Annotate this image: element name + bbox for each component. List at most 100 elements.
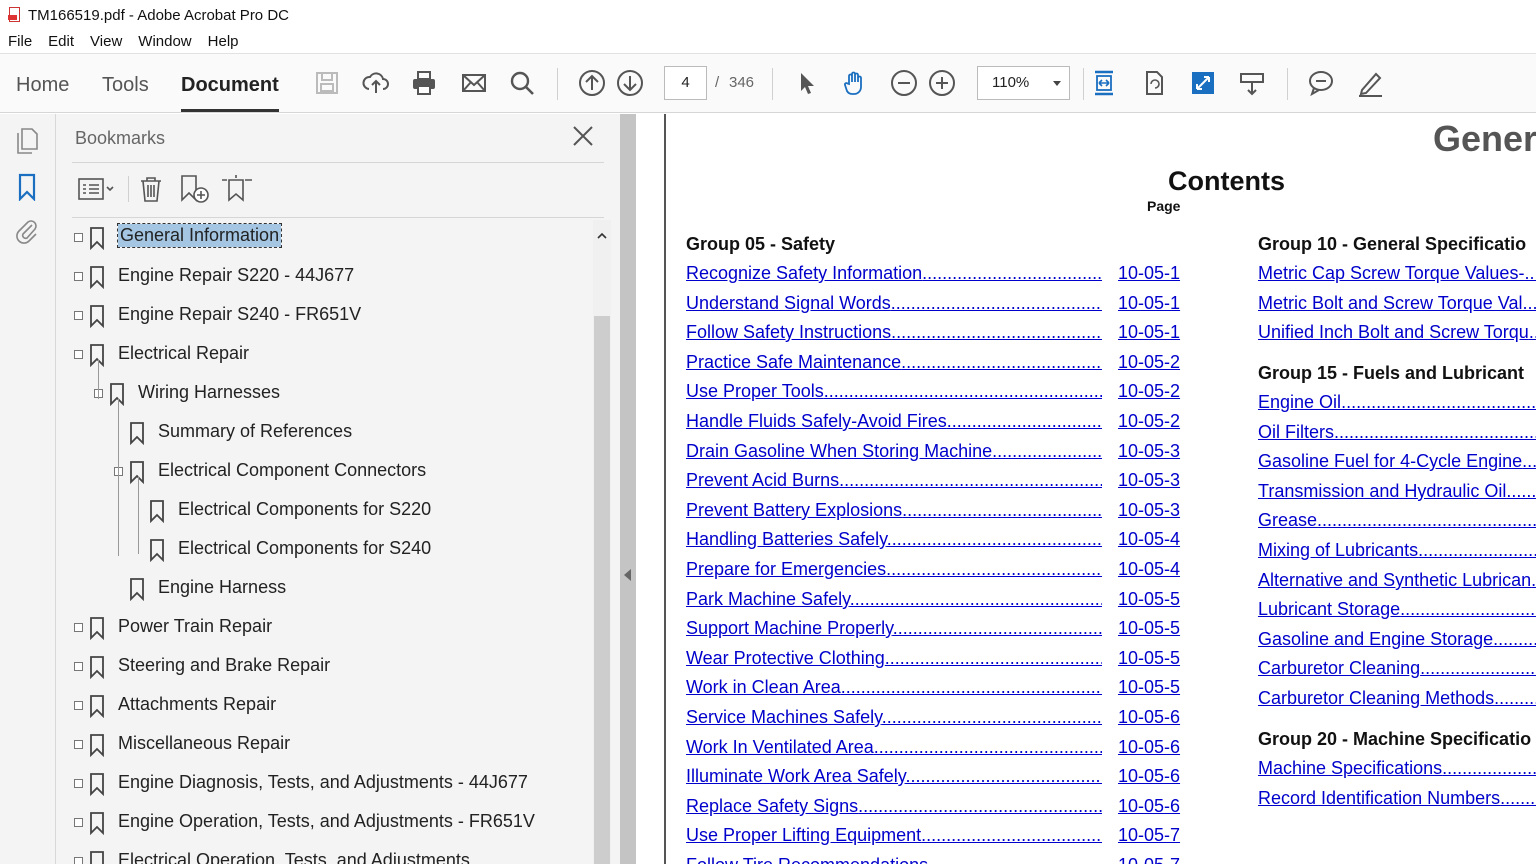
zoom-out-icon[interactable] bbox=[889, 68, 919, 98]
scroll-up-icon[interactable] bbox=[597, 228, 607, 239]
bookmark-item[interactable]: Engine Harness bbox=[56, 571, 594, 607]
tab-document[interactable]: Document bbox=[181, 74, 279, 112]
cloud-upload-icon[interactable] bbox=[361, 68, 391, 98]
expand-collapse-icon[interactable] bbox=[74, 350, 83, 359]
toc-entry-link[interactable]: Recognize Safety Information............… bbox=[686, 263, 1102, 284]
expand-collapse-icon[interactable] bbox=[74, 701, 83, 710]
menu-edit[interactable]: Edit bbox=[40, 33, 82, 50]
bookmark-item[interactable]: Power Train Repair bbox=[56, 610, 594, 646]
fit-width-scroll-icon[interactable] bbox=[1089, 68, 1119, 98]
toc-entry-link[interactable]: Metric Cap Screw Torque Values-.........… bbox=[1258, 263, 1536, 284]
toc-entry-link[interactable]: Carburetor Cleaning.....................… bbox=[1258, 658, 1536, 679]
toc-entry-page[interactable]: 10-05-7 bbox=[1118, 825, 1180, 846]
toc-entry-page[interactable]: 10-05-5 bbox=[1118, 648, 1180, 669]
scrollbar-thumb[interactable] bbox=[594, 316, 610, 864]
zoom-select[interactable]: 110% bbox=[977, 66, 1070, 100]
bookmarks-scrollbar[interactable] bbox=[593, 220, 611, 864]
email-icon[interactable] bbox=[459, 68, 489, 98]
toc-entry-link[interactable]: Transmission and Hydraulic Oil..........… bbox=[1258, 481, 1536, 502]
hand-tool-icon[interactable] bbox=[840, 68, 870, 98]
toc-entry-link[interactable]: Lubricant Storage.......................… bbox=[1258, 599, 1536, 620]
panel-splitter[interactable] bbox=[620, 114, 636, 864]
toc-entry-page[interactable]: 10-05-3 bbox=[1118, 500, 1180, 521]
toc-entry-page[interactable]: 10-05-2 bbox=[1118, 352, 1180, 373]
toc-entry-page[interactable]: 10-05-3 bbox=[1118, 470, 1180, 491]
expand-collapse-icon[interactable] bbox=[74, 623, 83, 632]
bookmark-item[interactable]: Engine Diagnosis, Tests, and Adjustments… bbox=[56, 766, 594, 802]
toc-entry-page[interactable]: 10-05-3 bbox=[1118, 441, 1180, 462]
bookmark-item[interactable]: Summary of References bbox=[56, 415, 594, 451]
bookmark-from-structure-icon[interactable] bbox=[220, 172, 254, 206]
print-icon[interactable] bbox=[409, 68, 439, 98]
rotate-view-icon[interactable] bbox=[1139, 68, 1169, 98]
toc-entry-link[interactable]: Record Identification Numbers...........… bbox=[1258, 788, 1536, 809]
expand-collapse-icon[interactable] bbox=[74, 662, 83, 671]
toc-entry-page[interactable]: 10-05-6 bbox=[1118, 707, 1180, 728]
menu-file[interactable]: File bbox=[0, 33, 40, 50]
expand-collapse-icon[interactable] bbox=[74, 857, 83, 864]
page-number-input[interactable]: 4 bbox=[664, 66, 707, 100]
toc-entry-link[interactable]: Engine Oil..............................… bbox=[1258, 392, 1536, 413]
toc-entry-link[interactable]: Wear Protective Clothing................… bbox=[686, 648, 1102, 669]
toc-entry-link[interactable]: Machine Specifications..................… bbox=[1258, 758, 1536, 779]
toc-entry-link[interactable]: Work In Ventilated Area.................… bbox=[686, 737, 1102, 758]
toc-entry-link[interactable]: Use Proper Tools........................… bbox=[686, 381, 1102, 402]
expand-collapse-icon[interactable] bbox=[74, 233, 83, 242]
toc-entry-page[interactable]: 10-05-6 bbox=[1118, 796, 1180, 817]
document-view[interactable]: Gener Contents Page Group 05 - Safety Re… bbox=[636, 114, 1536, 864]
delete-bookmark-icon[interactable] bbox=[138, 172, 164, 206]
toc-entry-link[interactable]: Gasoline Fuel for 4-Cycle Engine........… bbox=[1258, 451, 1536, 472]
toc-entry-link[interactable]: Prepare for Emergencies.................… bbox=[686, 559, 1102, 580]
toc-entry-link[interactable]: Grease..................................… bbox=[1258, 510, 1536, 531]
bookmark-item[interactable]: Electrical Component Connectors bbox=[56, 454, 594, 490]
toc-entry-page[interactable]: 10-05-2 bbox=[1118, 411, 1180, 432]
toc-entry-link[interactable]: Handling Batteries Safely...............… bbox=[686, 529, 1102, 550]
menu-help[interactable]: Help bbox=[200, 33, 247, 50]
zoom-in-icon[interactable] bbox=[927, 68, 957, 98]
bookmark-item[interactable]: Engine Repair S240 - FR651V bbox=[56, 298, 594, 334]
bookmark-item[interactable]: Miscellaneous Repair bbox=[56, 727, 594, 763]
next-page-icon[interactable] bbox=[615, 68, 645, 98]
toc-entry-page[interactable]: 10-05-1 bbox=[1118, 263, 1180, 284]
toc-entry-link[interactable]: Gasoline and Engine Storage.............… bbox=[1258, 629, 1536, 650]
bookmark-item[interactable]: General Information bbox=[56, 220, 594, 256]
toc-entry-page[interactable]: 10-05-4 bbox=[1118, 559, 1180, 580]
toc-entry-link[interactable]: Metric Bolt and Screw Torque Val........… bbox=[1258, 293, 1536, 314]
toc-entry-link[interactable]: Follow Safety Instructions..............… bbox=[686, 322, 1102, 343]
toc-entry-link[interactable]: Handle Fluids Safely-Avoid Fires........… bbox=[686, 411, 1102, 432]
bookmark-item[interactable]: Electrical Components for S220 bbox=[56, 493, 594, 529]
toc-entry-link[interactable]: Follow Tire Recommendations.............… bbox=[686, 855, 1102, 864]
new-bookmark-icon[interactable] bbox=[179, 172, 211, 206]
toc-entry-page[interactable]: 10-05-7 bbox=[1118, 855, 1180, 864]
close-icon[interactable] bbox=[571, 124, 595, 148]
bookmark-item[interactable]: Electrical Operation, Tests, and Adjustm… bbox=[56, 844, 594, 864]
toc-entry-page[interactable]: 10-05-2 bbox=[1118, 381, 1180, 402]
toc-entry-link[interactable]: Park Machine Safely.....................… bbox=[686, 589, 1102, 610]
expand-collapse-icon[interactable] bbox=[74, 818, 83, 827]
toc-entry-link[interactable]: Alternative and Synthetic Lubrican......… bbox=[1258, 570, 1536, 591]
bookmark-item[interactable]: Steering and Brake Repair bbox=[56, 649, 594, 685]
search-icon[interactable] bbox=[507, 68, 537, 98]
menu-view[interactable]: View bbox=[82, 33, 130, 50]
toc-entry-page[interactable]: 10-05-5 bbox=[1118, 677, 1180, 698]
collapse-panel-icon[interactable] bbox=[624, 569, 631, 581]
bookmark-item[interactable]: Electrical Components for S240 bbox=[56, 532, 594, 568]
bookmark-item[interactable]: Engine Repair S220 - 44J677 bbox=[56, 259, 594, 295]
toc-entry-page[interactable]: 10-05-1 bbox=[1118, 293, 1180, 314]
toc-entry-page[interactable]: 10-05-5 bbox=[1118, 618, 1180, 639]
toc-entry-link[interactable]: Support Machine Properly................… bbox=[686, 618, 1102, 639]
toc-entry-page[interactable]: 10-05-5 bbox=[1118, 589, 1180, 610]
toc-entry-link[interactable]: Service Machines Safely.................… bbox=[686, 707, 1102, 728]
toc-entry-page[interactable]: 10-05-4 bbox=[1118, 529, 1180, 550]
fill-sign-icon[interactable] bbox=[1355, 68, 1385, 98]
toc-entry-link[interactable]: Drain Gasoline When Storing Machine.....… bbox=[686, 441, 1102, 462]
bookmark-item[interactable]: Engine Operation, Tests, and Adjustments… bbox=[56, 805, 594, 841]
bookmark-options-icon[interactable] bbox=[78, 172, 116, 206]
toc-entry-link[interactable]: Carburetor Cleaning Methods.............… bbox=[1258, 688, 1536, 709]
bookmark-panel-icon[interactable] bbox=[12, 172, 42, 202]
toc-entry-page[interactable]: 10-05-6 bbox=[1118, 737, 1180, 758]
full-screen-icon[interactable] bbox=[1188, 68, 1218, 98]
tab-home[interactable]: Home bbox=[16, 74, 69, 112]
toc-entry-link[interactable]: Use Proper Lifting Equipment............… bbox=[686, 825, 1102, 846]
toc-entry-page[interactable]: 10-05-6 bbox=[1118, 766, 1180, 787]
